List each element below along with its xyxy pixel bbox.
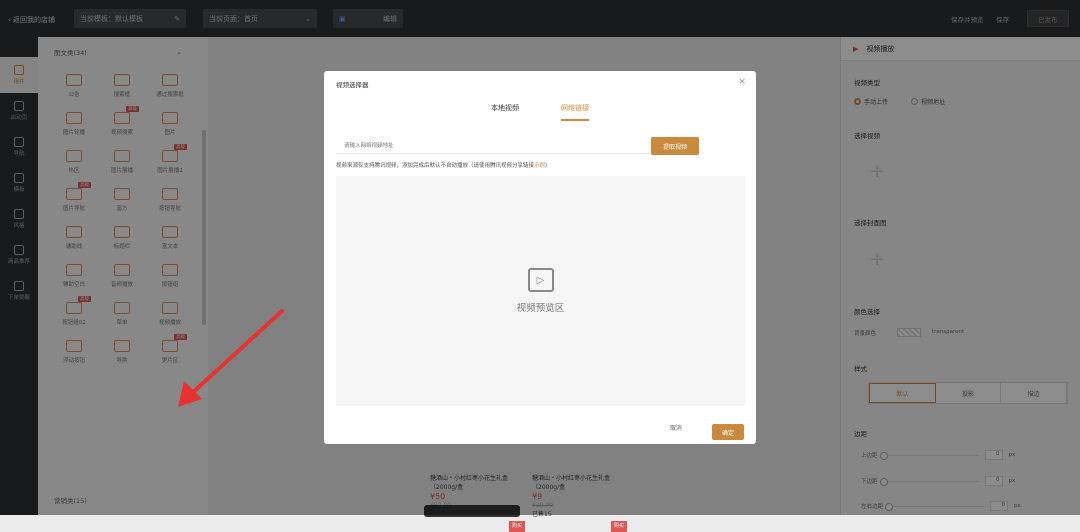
red-arrow-annotation xyxy=(178,309,284,407)
video-selector-dialog: 视频选择器 × 本地视频 网络链接 提取视频 视频来源仅支持腾讯视频，添加完成后… xyxy=(324,71,756,444)
tab-network-link[interactable]: 网络链接 xyxy=(561,103,589,121)
dialog-title: 视频选择器 xyxy=(336,81,369,89)
cancel-button[interactable]: 取消 xyxy=(670,423,682,432)
fetch-video-button[interactable]: 提取视频 xyxy=(651,137,699,155)
preview-label: 视频预览区 xyxy=(516,303,565,314)
confirm-button[interactable]: 确定 xyxy=(712,424,744,440)
dialog-tabs: 本地视频 网络链接 xyxy=(324,103,756,121)
buy-button[interactable]: 购买 xyxy=(508,521,525,532)
play-icon: ▷ xyxy=(527,268,554,292)
close-icon[interactable]: × xyxy=(738,77,746,87)
buy-button[interactable]: 购买 xyxy=(610,521,627,532)
tab-local-video[interactable]: 本地视频 xyxy=(491,103,519,121)
example-link[interactable]: 示例 xyxy=(534,163,545,169)
video-preview-area: ▷ 视频预览区 xyxy=(336,176,745,406)
source-hint: 视频来源仅支持腾讯视频，添加完成后默认不自动播放（请使用腾讯视频分享链接示例） xyxy=(336,163,551,169)
video-url-input[interactable] xyxy=(336,138,651,154)
